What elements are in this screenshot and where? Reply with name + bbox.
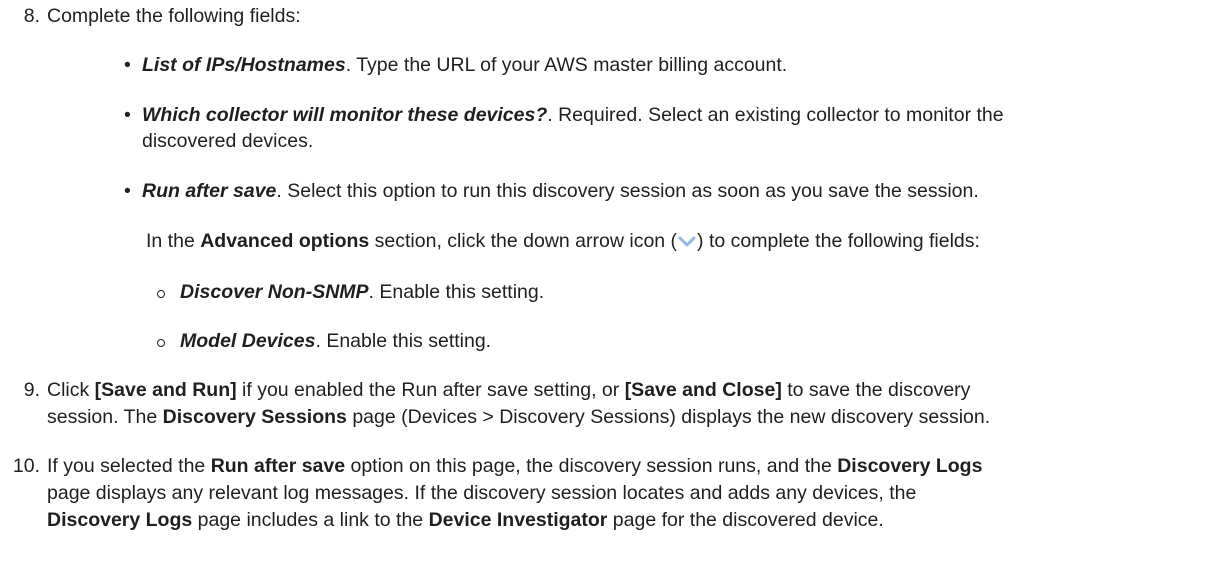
field-name: Model Devices	[180, 330, 316, 352]
field-name: Which collector will monitor these devic…	[142, 104, 548, 126]
step-text: session. The Discovery Sessions page (De…	[47, 406, 991, 428]
field-description: . Enable this setting.	[315, 330, 492, 352]
field-description: . Type the URL of your AWS master billin…	[345, 54, 788, 76]
field-name: Run after save	[142, 180, 277, 202]
discovery-sessions-label: Discovery Sessions	[162, 406, 347, 428]
document-page: 8. Complete the following fields: • List…	[0, 0, 1222, 585]
step-text: page displays any relevant log messages.…	[47, 482, 917, 504]
device-investigator-label: Device Investigator	[428, 509, 608, 531]
discovery-logs-label: Discovery Logs	[837, 455, 983, 477]
step-text: Click [Save and Run] if you enabled the …	[47, 379, 971, 401]
bullet-dot: •	[124, 54, 131, 76]
field-description: . Enable this setting.	[368, 281, 545, 303]
field-name: Discover Non-SNMP	[180, 281, 369, 303]
step-text: If you selected the Run after save optio…	[47, 455, 983, 477]
save-and-close-label: [Save and Close]	[624, 379, 782, 401]
bullet-dot: •	[124, 104, 131, 126]
sub-bullet	[157, 290, 165, 298]
chevron-down-icon	[678, 229, 696, 247]
step-number: 10.	[12, 455, 40, 477]
field-description: . Required. Select an existing collector…	[547, 104, 1004, 126]
run-after-save-label: Run after save	[210, 455, 346, 477]
advanced-options-note: In the Advanced options section, click t…	[146, 229, 980, 252]
save-and-run-label: [Save and Run]	[94, 379, 237, 401]
step-number: 8.	[23, 5, 40, 27]
field-description: discovered devices.	[142, 130, 314, 152]
step-text: Discovery Logs page includes a link to t…	[47, 509, 884, 531]
advanced-options-label: Advanced options	[200, 230, 370, 252]
step-text: Complete the following fields:	[47, 5, 301, 27]
field-name: List of IPs/Hostnames	[142, 54, 346, 76]
bullet-dot: •	[124, 180, 131, 202]
sub-bullet	[157, 339, 165, 347]
field-description: . Select this option to run this discove…	[276, 180, 979, 202]
discovery-logs-label: Discovery Logs	[47, 509, 193, 531]
step-number: 9.	[23, 379, 40, 401]
